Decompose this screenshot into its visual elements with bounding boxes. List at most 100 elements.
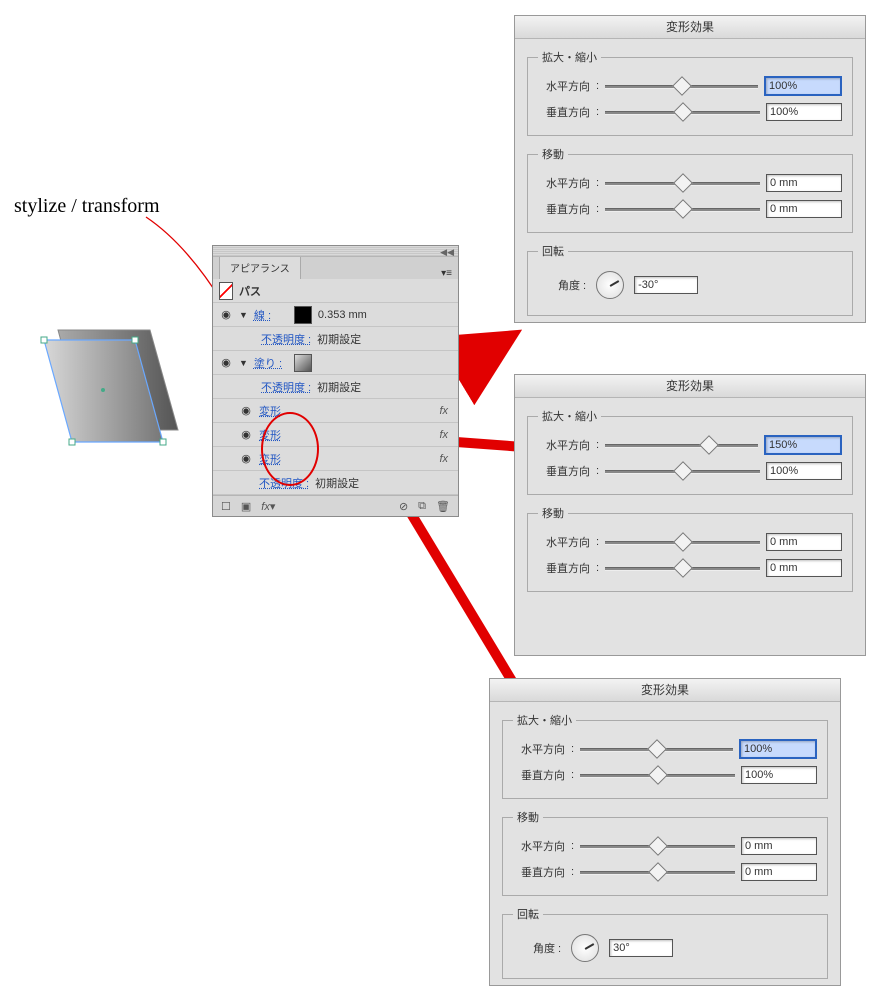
handle — [132, 337, 138, 343]
row-path[interactable]: パス — [213, 279, 458, 303]
row-transform-1[interactable]: ◉ 変形 fx — [213, 399, 458, 423]
stroke-swatch[interactable] — [294, 306, 312, 324]
fill-swatch[interactable] — [294, 354, 312, 372]
move-h-field[interactable]: 0 mm — [766, 174, 842, 192]
panel-grip[interactable]: ◀◀ — [213, 246, 458, 257]
new-stroke-icon[interactable]: ☐ — [221, 500, 231, 513]
move-v-slider[interactable] — [605, 202, 760, 216]
group-scale: 拡大・縮小 水平方向: 100% 垂直方向: 100% — [527, 49, 853, 136]
fx-icon[interactable]: fx — [439, 405, 452, 417]
move-h-field[interactable]: 0 mm — [741, 837, 817, 855]
row-stroke-opacity[interactable]: 不透明度 : 初期設定 — [213, 327, 458, 351]
eye-icon[interactable]: ◉ — [241, 452, 251, 465]
collapse-icon[interactable]: ◀◀ — [440, 247, 454, 258]
scale-v-field[interactable]: 100% — [766, 103, 842, 121]
eye-icon[interactable]: ◉ — [241, 404, 251, 417]
angle-dial[interactable] — [596, 271, 624, 299]
angle-label: 角度 : — [533, 940, 561, 956]
eye-icon[interactable]: ◉ — [221, 308, 231, 321]
row-transform-3[interactable]: ◉ 変形 fx — [213, 447, 458, 471]
legend-move: 移動 — [513, 809, 543, 825]
scale-h-slider[interactable] — [605, 438, 758, 452]
row-fill-opacity[interactable]: 不透明度 : 初期設定 — [213, 375, 458, 399]
move-h-slider[interactable] — [605, 176, 760, 190]
add-effect-icon[interactable]: fx▾ — [261, 500, 275, 513]
handle — [41, 337, 47, 343]
tab-appearance[interactable]: アピアランス — [219, 255, 301, 279]
row-transform-2[interactable]: ◉ 変形 fx — [213, 423, 458, 447]
row-stroke[interactable]: ◉ ▼ 線 : 0.353 mm — [213, 303, 458, 327]
scale-v-field[interactable]: 100% — [741, 766, 817, 784]
move-h-slider[interactable] — [580, 839, 735, 853]
angle-field[interactable]: 30° — [609, 939, 673, 957]
move-h-field[interactable]: 0 mm — [766, 533, 842, 551]
stroke-value[interactable]: 0.353 mm — [318, 309, 367, 321]
scale-v-slider[interactable] — [605, 464, 760, 478]
preview-shape — [44, 340, 163, 442]
scale-h-field[interactable]: 100% — [739, 739, 817, 759]
legend-scale: 拡大・縮小 — [538, 49, 601, 65]
v-label: 垂直方向 — [538, 104, 590, 120]
trash-icon[interactable]: 🗑 — [436, 500, 450, 513]
scale-v-slider[interactable] — [605, 105, 760, 119]
v-label: 垂直方向 — [513, 864, 565, 880]
panel-footer: ☐ ▣ fx▾ ⊘ ⧉ 🗑 — [213, 495, 458, 516]
scale-h-field[interactable]: 100% — [764, 76, 842, 96]
fx-icon[interactable]: fx — [439, 453, 452, 465]
handle — [160, 439, 166, 445]
fx-icon[interactable]: fx — [439, 429, 452, 441]
h-label: 水平方向 — [538, 534, 590, 550]
scale-h-field[interactable]: 150% — [764, 435, 842, 455]
scale-v-slider[interactable] — [580, 768, 735, 782]
preview-shape-shadow — [58, 330, 178, 430]
stroke-label[interactable]: 線 : — [254, 307, 288, 323]
group-rotate: 回転 角度 : -30° — [527, 243, 853, 316]
duplicate-icon[interactable]: ⧉ — [418, 500, 426, 513]
dialog-title: 変形効果 — [515, 375, 865, 398]
annotation-label: stylize / transform — [14, 195, 160, 218]
angle-dial[interactable] — [571, 934, 599, 962]
handle — [69, 439, 75, 445]
group-move: 移動 水平方向: 0 mm 垂直方向: 0 mm — [502, 809, 828, 896]
thumbnail-icon — [219, 284, 233, 298]
scale-h-slider[interactable] — [605, 79, 758, 93]
legend-move: 移動 — [538, 146, 568, 162]
opacity-label[interactable]: 不透明度 : — [261, 379, 311, 395]
v-label: 垂直方向 — [538, 201, 590, 217]
opacity-value: 初期設定 — [315, 475, 359, 491]
move-v-slider[interactable] — [580, 865, 735, 879]
move-h-slider[interactable] — [605, 535, 760, 549]
scale-h-slider[interactable] — [580, 742, 733, 756]
dialog-title: 変形効果 — [515, 16, 865, 39]
transform-dialog-2: 変形効果 拡大・縮小 水平方向: 150% 垂直方向: 100% 移動 水平方向… — [514, 374, 866, 656]
h-label: 水平方向 — [538, 437, 590, 453]
legend-scale: 拡大・縮小 — [538, 408, 601, 424]
move-v-field[interactable]: 0 mm — [766, 559, 842, 577]
clear-icon[interactable]: ⊘ — [399, 500, 408, 513]
opacity-label[interactable]: 不透明度 : — [259, 475, 309, 491]
row-fill[interactable]: ◉ ▼ 塗り : — [213, 351, 458, 375]
chevron-down-icon[interactable]: ▼ — [239, 310, 248, 320]
group-move: 移動 水平方向: 0 mm 垂直方向: 0 mm — [527, 505, 853, 592]
effect-label[interactable]: 変形 — [259, 403, 281, 419]
eye-icon[interactable]: ◉ — [241, 428, 251, 441]
eye-icon[interactable]: ◉ — [221, 356, 231, 369]
scale-v-field[interactable]: 100% — [766, 462, 842, 480]
angle-field[interactable]: -30° — [634, 276, 698, 294]
new-fill-icon[interactable]: ▣ — [241, 500, 251, 513]
move-v-field[interactable]: 0 mm — [741, 863, 817, 881]
path-label: パス — [239, 283, 261, 299]
transform-dialog-3: 変形効果 拡大・縮小 水平方向: 100% 垂直方向: 100% 移動 水平方向… — [489, 678, 841, 986]
panel-menu-icon[interactable]: ▾≡ — [435, 268, 458, 279]
opacity-label[interactable]: 不透明度 : — [261, 331, 311, 347]
move-v-slider[interactable] — [605, 561, 760, 575]
opacity-value: 初期設定 — [317, 331, 361, 347]
chevron-down-icon[interactable]: ▼ — [239, 358, 248, 368]
effect-label[interactable]: 変形 — [259, 427, 281, 443]
group-rotate: 回転 角度 : 30° — [502, 906, 828, 979]
row-object-opacity[interactable]: 不透明度 : 初期設定 — [213, 471, 458, 495]
move-v-field[interactable]: 0 mm — [766, 200, 842, 218]
effect-label[interactable]: 変形 — [259, 451, 281, 467]
fill-label[interactable]: 塗り : — [254, 355, 288, 371]
h-label: 水平方向 — [538, 78, 590, 94]
